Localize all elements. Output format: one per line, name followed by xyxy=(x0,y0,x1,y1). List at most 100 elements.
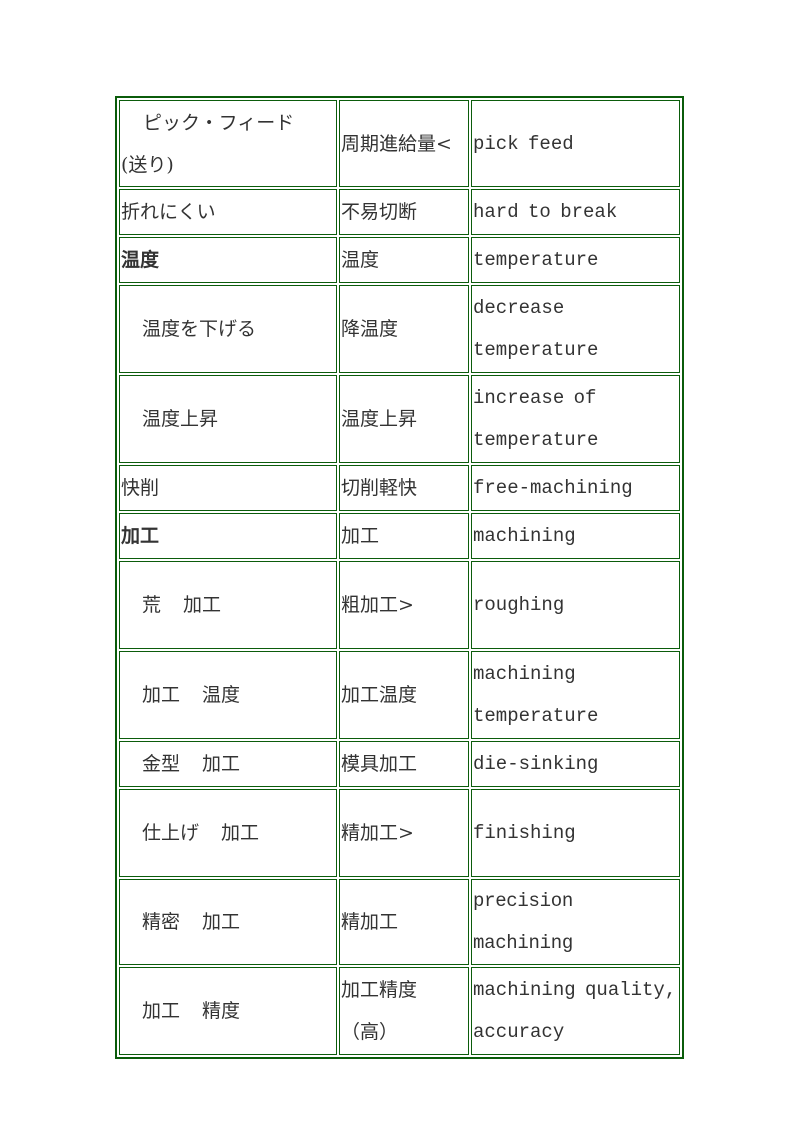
japanese-term: 折れにくい xyxy=(121,201,216,223)
english-term: pick feed xyxy=(473,132,574,155)
english-term: increase of temperature xyxy=(473,387,599,451)
english-term: machining temperature xyxy=(473,663,599,727)
japanese-term-part: 仕上げ xyxy=(142,822,200,844)
glossary-table: ピック・フィード (送り) 周期進給量< pick feed 折れにくい 不易切… xyxy=(115,96,684,1059)
english-term-cell: machining temperature xyxy=(471,651,680,739)
japanese-term: ピック・フィード xyxy=(143,111,295,134)
chinese-term: 精加工> xyxy=(341,822,414,844)
japanese-term-cell: 精密 加工 xyxy=(119,879,337,965)
chinese-term: 精加工 xyxy=(341,911,399,933)
japanese-term-part: 加工 xyxy=(183,594,222,616)
chinese-term: 粗加工> xyxy=(341,594,414,616)
japanese-term-cell: 金型 加工 xyxy=(119,741,337,787)
chinese-term: 温度上昇 xyxy=(341,408,418,430)
japanese-term-part: 温度 xyxy=(202,684,241,706)
english-term-cell: precision machining xyxy=(471,879,680,965)
chinese-term-cell: 模具加工 xyxy=(339,741,469,787)
table-row: 仕上げ 加工 精加工> finishing xyxy=(119,789,680,877)
chinese-term: 加工 xyxy=(341,525,380,547)
chinese-term-cell: 周期進給量< xyxy=(339,100,469,187)
english-term-cell: temperature xyxy=(471,237,680,283)
japanese-term-cell: 温度を下げる xyxy=(119,285,337,373)
table-row: 荒加工 粗加工> roughing xyxy=(119,561,680,649)
japanese-term-cell: 加工 xyxy=(119,513,337,559)
english-term: machining quality, accuracy xyxy=(473,979,677,1043)
japanese-term: 快削 xyxy=(121,477,160,499)
english-term-cell: pick feed xyxy=(471,100,680,187)
table-row: 加工 温度 加工温度 machining temperature xyxy=(119,651,680,739)
english-term-cell: die-sinking xyxy=(471,741,680,787)
chinese-term: 模具加工 xyxy=(341,753,418,775)
chinese-term-cell: 温度上昇 xyxy=(339,375,469,463)
japanese-term-cell: 加工 精度 xyxy=(119,967,337,1055)
chinese-term-cell: 降温度 xyxy=(339,285,469,373)
chinese-term-cell: 精加工> xyxy=(339,789,469,877)
english-term: hard to break xyxy=(473,201,618,223)
table-row: 精密 加工 精加工 precision machining xyxy=(119,879,680,965)
chinese-term-cell: 切削軽快 xyxy=(339,465,469,511)
english-term: free-machining xyxy=(473,477,633,499)
japanese-term-part: 荒 xyxy=(142,594,162,616)
japanese-heading-term: 加工 xyxy=(121,525,160,547)
japanese-term-part: 精度 xyxy=(202,1000,241,1022)
table-row: 金型 加工 模具加工 die-sinking xyxy=(119,741,680,787)
japanese-term-cell: ピック・フィード (送り) xyxy=(119,100,337,187)
japanese-heading-term: 温度 xyxy=(121,249,160,271)
english-term-cell: roughing xyxy=(471,561,680,649)
japanese-term-cell: 折れにくい xyxy=(119,189,337,235)
japanese-term-cell: 荒加工 xyxy=(119,561,337,649)
chinese-term: 降温度 xyxy=(341,318,399,340)
table-row: 快削 切削軽快 free-machining xyxy=(119,465,680,511)
english-term: temperature xyxy=(473,249,599,271)
chinese-term-cell: 加工 xyxy=(339,513,469,559)
japanese-term-part: 金型 xyxy=(142,753,181,775)
table-row: 温度 温度 temperature xyxy=(119,237,680,283)
japanese-term-part: 加工 xyxy=(142,1000,181,1022)
chinese-term: 周期進給量< xyxy=(341,132,452,155)
chinese-term: 温度 xyxy=(341,249,380,271)
japanese-term-part: 精密 xyxy=(142,911,181,933)
chinese-term-note: （高） xyxy=(341,1021,399,1043)
english-term-cell: increase of temperature xyxy=(471,375,680,463)
japanese-term-part: 加工 xyxy=(221,822,260,844)
chinese-term: 加工精度 xyxy=(341,979,418,1001)
english-term: decrease temperature xyxy=(473,297,599,361)
english-term-cell: hard to break xyxy=(471,189,680,235)
chinese-term-cell: 不易切断 xyxy=(339,189,469,235)
japanese-term-cell: 温度上昇 xyxy=(119,375,337,463)
english-term: machining xyxy=(473,525,576,547)
english-term: roughing xyxy=(473,594,565,616)
table-row: 加工 精度 加工精度 （高） machining quality, accurac… xyxy=(119,967,680,1055)
english-term-cell: machining quality, accuracy xyxy=(471,967,680,1055)
japanese-term: 温度を下げる xyxy=(142,318,257,340)
chinese-term: 不易切断 xyxy=(341,201,418,223)
english-term: precision machining xyxy=(473,890,573,954)
english-term-cell: decrease temperature xyxy=(471,285,680,373)
japanese-term-cell: 快削 xyxy=(119,465,337,511)
chinese-term-cell: 加工精度 （高） xyxy=(339,967,469,1055)
chinese-term-cell: 加工温度 xyxy=(339,651,469,739)
chinese-term-cell: 精加工 xyxy=(339,879,469,965)
english-term: die-sinking xyxy=(473,753,599,775)
chinese-term-cell: 粗加工> xyxy=(339,561,469,649)
japanese-term-cell: 仕上げ 加工 xyxy=(119,789,337,877)
japanese-term-part: 加工 xyxy=(202,911,241,933)
table-row: 温度上昇 温度上昇 increase of temperature xyxy=(119,375,680,463)
japanese-term-cell: 温度 xyxy=(119,237,337,283)
table-row: ピック・フィード (送り) 周期進給量< pick feed xyxy=(119,100,680,187)
table-row: 加工 加工 machining xyxy=(119,513,680,559)
english-term-cell: finishing xyxy=(471,789,680,877)
english-term-cell: machining xyxy=(471,513,680,559)
japanese-term-cell: 加工 温度 xyxy=(119,651,337,739)
japanese-term: 温度上昇 xyxy=(142,408,219,430)
chinese-term: 切削軽快 xyxy=(341,477,418,499)
document-page: ピック・フィード (送り) 周期進給量< pick feed 折れにくい 不易切… xyxy=(0,0,794,1123)
table-row: 温度を下げる 降温度 decrease temperature xyxy=(119,285,680,373)
japanese-term-note: (送り) xyxy=(121,153,174,176)
table-row: 折れにくい 不易切断 hard to break xyxy=(119,189,680,235)
japanese-term-part: 加工 xyxy=(142,684,181,706)
english-term-cell: free-machining xyxy=(471,465,680,511)
chinese-term: 加工温度 xyxy=(341,684,418,706)
japanese-term-part: 加工 xyxy=(202,753,241,775)
english-term: finishing xyxy=(473,822,576,844)
